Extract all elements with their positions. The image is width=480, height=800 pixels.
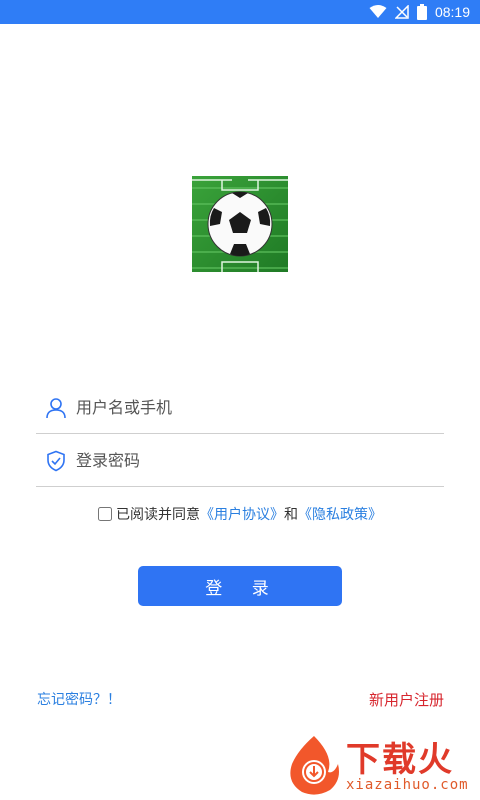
agreement-checkbox[interactable] [98, 507, 112, 521]
register-link[interactable]: 新用户注册 [369, 689, 444, 710]
app-logo [192, 176, 288, 272]
battery-icon [416, 4, 427, 20]
watermark-title: 下载火 [346, 740, 454, 780]
status-bar: 08:19 [0, 0, 480, 24]
shield-check-icon [36, 450, 76, 472]
no-signal-icon [394, 5, 409, 19]
password-input[interactable] [76, 451, 416, 470]
user-agreement-link[interactable]: 《用户协议》 [200, 504, 284, 524]
watermark-subtitle: xiazaihuo.com [346, 777, 469, 793]
username-input[interactable] [76, 398, 416, 417]
watermark: 下载火 xiazaihuo.com [284, 734, 480, 800]
forgot-password-link[interactable]: 忘记密码？！ [37, 689, 121, 709]
login-button[interactable]: 登 录 [138, 566, 342, 606]
user-icon [36, 397, 76, 419]
flame-logo-icon [284, 734, 342, 800]
password-field [36, 435, 444, 487]
username-field [36, 382, 444, 434]
privacy-policy-link[interactable]: 《隐私政策》 [298, 504, 382, 524]
wifi-icon [369, 5, 387, 19]
agreement-row: 已阅读并同意 《用户协议》 和 《隐私政策》 [0, 502, 480, 526]
status-time: 08:19 [434, 4, 470, 20]
agreement-prefix: 已阅读并同意 [116, 507, 200, 523]
agreement-conjunction: 和 [284, 507, 298, 523]
